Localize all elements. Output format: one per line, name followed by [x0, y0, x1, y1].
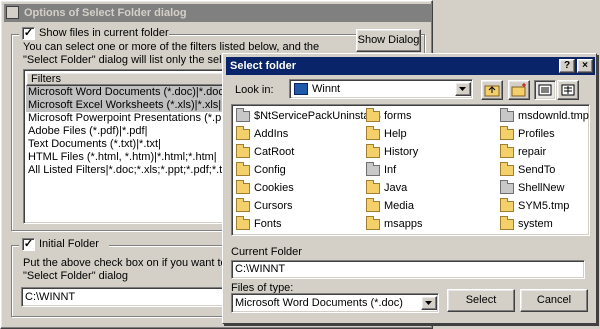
file-item[interactable]: repair	[500, 144, 546, 160]
chevron-down-icon	[425, 301, 432, 305]
file-item-label: ShellNew	[518, 182, 565, 194]
file-item-label: msapps	[384, 218, 423, 230]
folder-icon	[500, 162, 514, 176]
details-view-icon	[561, 84, 575, 96]
app-icon	[6, 6, 19, 19]
file-item-label: Cursors	[254, 200, 293, 212]
folder-icon	[500, 144, 514, 158]
file-item-label: Fonts	[254, 218, 282, 230]
up-one-level-button[interactable]	[481, 80, 503, 100]
initial-folder-input[interactable]: C:\WINNT	[21, 287, 241, 307]
folder-icon	[366, 108, 380, 122]
file-item[interactable]: SendTo	[500, 162, 555, 178]
new-folder-button[interactable]	[508, 80, 530, 100]
look-in-dropdown[interactable]: Winnt	[289, 79, 473, 99]
file-item-label: repair	[518, 146, 547, 158]
file-item-label: SYM5.tmp	[518, 200, 570, 212]
initial-folder-checkbox[interactable]: ✓	[22, 238, 35, 251]
file-item-label: Help	[384, 128, 407, 140]
select-folder-dialog: Select folder ? × Look in: Winnt $NtServ…	[222, 53, 597, 324]
details-view-button[interactable]	[557, 80, 579, 100]
show-dialog-button[interactable]: Show Dialog	[356, 29, 421, 52]
look-in-value: Winnt	[312, 83, 341, 95]
initial-folder-label: Initial Folder	[39, 238, 99, 250]
file-item[interactable]: History	[366, 144, 418, 160]
folder-icon	[366, 126, 380, 140]
file-item-label: system	[518, 218, 553, 230]
gray-folder-icon	[366, 162, 380, 176]
file-item[interactable]: Java	[366, 180, 407, 196]
file-item-label: AddIns	[254, 128, 289, 140]
folder-icon	[236, 162, 250, 176]
file-item-label: History	[384, 146, 419, 158]
file-item[interactable]: CatRoot	[236, 144, 294, 160]
chevron-down-icon	[459, 87, 466, 91]
folder-icon	[236, 216, 250, 230]
close-button[interactable]: ×	[577, 59, 593, 73]
file-item-label: Cookies	[254, 182, 294, 194]
gray-folder-icon	[500, 108, 514, 122]
current-folder-input[interactable]: C:\WINNT	[231, 260, 585, 279]
select-button[interactable]: Select	[447, 289, 515, 312]
folder-icon	[366, 144, 380, 158]
list-view-button[interactable]	[534, 80, 556, 100]
up-folder-icon	[484, 85, 500, 97]
folder-icon	[500, 198, 514, 212]
files-of-type-dropdown[interactable]: Microsoft Word Documents (*.doc)	[231, 293, 439, 313]
show-files-checkbox[interactable]: ✓	[22, 27, 35, 40]
drive-icon	[294, 83, 308, 95]
files-of-type-value: Microsoft Word Documents (*.doc)	[235, 297, 403, 309]
folder-icon	[366, 198, 380, 212]
file-item-label: $NtServicePackUninstall$	[254, 110, 381, 122]
file-item[interactable]: SYM5.tmp	[500, 198, 569, 214]
file-item[interactable]: Fonts	[236, 216, 282, 232]
folder-icon	[500, 216, 514, 230]
select-folder-title: Select folder	[226, 57, 595, 75]
cancel-button[interactable]: Cancel	[520, 289, 588, 312]
files-of-type-arrow[interactable]	[421, 296, 437, 310]
file-item-label: Java	[384, 182, 408, 194]
file-item[interactable]: ShellNew	[500, 180, 564, 196]
file-item-label: msdownld.tmp	[518, 110, 589, 122]
gray-folder-icon	[500, 180, 514, 194]
folder-icon	[366, 216, 380, 230]
file-item-label: CatRoot	[254, 146, 295, 158]
folder-icon	[366, 180, 380, 194]
file-item[interactable]: AddIns	[236, 126, 288, 142]
file-item-label: Config	[254, 164, 286, 176]
file-item-label: forms	[384, 110, 412, 122]
file-item-label: SendTo	[518, 164, 556, 176]
folder-icon	[236, 180, 250, 194]
options-dialog-title: Options of Select Folder dialog	[4, 4, 431, 22]
file-item[interactable]: Profiles	[500, 126, 555, 142]
file-item[interactable]: Help	[366, 126, 407, 142]
current-folder-label: Current Folder	[231, 246, 302, 258]
file-item[interactable]: system	[500, 216, 553, 232]
list-view-icon	[538, 84, 552, 96]
show-files-label: Show files in current folder	[39, 27, 169, 39]
look-in-arrow[interactable]	[455, 82, 471, 96]
file-item[interactable]: forms	[366, 108, 412, 124]
file-item[interactable]: Inf	[366, 162, 396, 178]
folder-icon	[500, 126, 514, 140]
file-item[interactable]: msapps	[366, 216, 423, 232]
files-list[interactable]: $NtServicePackUninstall$ AddIns CatRoot Con…	[231, 104, 590, 236]
file-item[interactable]: msdownld.tmp	[500, 108, 589, 124]
help-button[interactable]: ?	[559, 59, 575, 73]
file-item-label: Media	[384, 200, 414, 212]
file-item-label: Profiles	[518, 128, 555, 140]
folder-icon	[236, 144, 250, 158]
look-in-label: Look in:	[235, 84, 274, 96]
gray-folder-icon	[236, 108, 250, 122]
file-item-label: Inf	[384, 164, 397, 176]
folder-icon	[236, 126, 250, 140]
file-item[interactable]: Config	[236, 162, 286, 178]
file-item[interactable]: Media	[366, 198, 414, 214]
folder-icon	[236, 198, 250, 212]
file-item[interactable]: Cursors	[236, 198, 293, 214]
file-item[interactable]: Cookies	[236, 180, 294, 196]
new-folder-icon	[511, 83, 526, 97]
file-item[interactable]: $NtServicePackUninstall$	[236, 108, 381, 124]
